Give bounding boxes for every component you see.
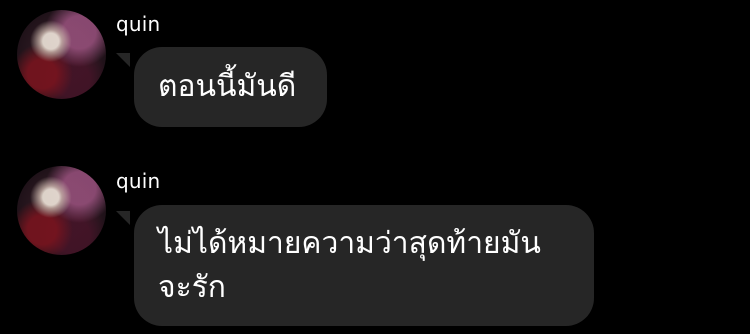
message-group: quin ตอนนี้มันดี <box>0 0 750 150</box>
message-text: ไม่ได้หมายความว่าสุดท้ายมัน จะรัก <box>158 226 541 305</box>
message-group: quin ไม่ได้หมายความว่าสุดท้ายมัน จะรัก <box>0 160 750 334</box>
avatar[interactable] <box>17 10 106 99</box>
sender-name: quin <box>116 169 161 193</box>
message-bubble[interactable]: ไม่ได้หมายความว่าสุดท้ายมัน จะรัก <box>134 205 594 326</box>
avatar[interactable] <box>17 166 106 255</box>
bubble-tail <box>116 53 130 67</box>
message-bubble-container: ตอนนี้มันดี <box>114 47 327 127</box>
message-text: ตอนนี้มันดี <box>158 69 297 104</box>
bubble-tail <box>116 211 130 225</box>
message-bubble[interactable]: ตอนนี้มันดี <box>134 47 327 127</box>
sender-name: quin <box>116 12 161 36</box>
message-bubble-container: ไม่ได้หมายความว่าสุดท้ายมัน จะรัก <box>114 205 594 326</box>
